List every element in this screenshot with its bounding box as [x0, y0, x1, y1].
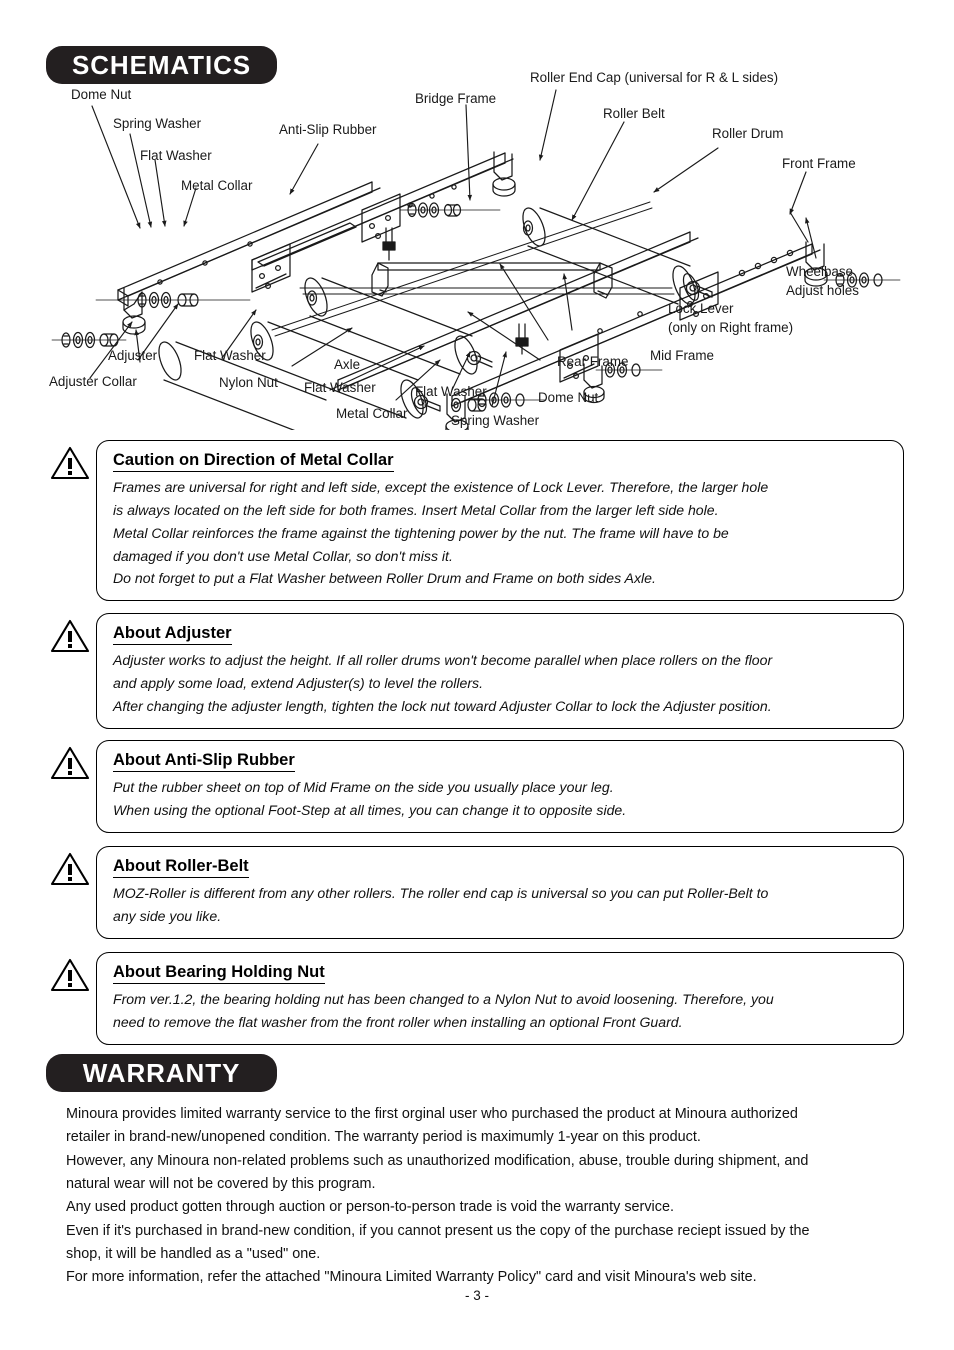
anti-slip-rubber-sheet [257, 222, 357, 267]
caution-title: About Bearing Holding Nut [113, 962, 325, 985]
label-anti-slip-rubber: Anti-Slip Rubber [279, 122, 377, 137]
warning-triangle-icon [50, 618, 96, 659]
caution-block-bearing-holding-nut: About Bearing Holding Nut From ver.1.2, … [50, 952, 904, 1045]
caution-box: About Bearing Holding Nut From ver.1.2, … [96, 952, 904, 1045]
warranty-text-body: Minoura provides limited warranty servic… [66, 1103, 906, 1290]
caution-box: About Adjuster Adjuster works to adjust … [96, 613, 904, 729]
caution-text-line: is always located on the left side for b… [113, 501, 719, 518]
label-wheelbase-line1: Wheelbase [786, 264, 853, 279]
label-dome-nut-left: Dome Nut [71, 87, 132, 102]
mid-frame-rail-near [337, 231, 699, 391]
washer-on-roller-middle [252, 334, 264, 350]
warranty-line: natural wear will not be covered by this… [66, 1175, 376, 1192]
caution-box: Caution on Direction of Metal Collar Fra… [96, 440, 904, 602]
warning-triangle-icon [50, 851, 96, 892]
caution-text-line: MOZ-Roller is different from any other r… [113, 885, 769, 902]
caution-text-line: damaged if you don't use Metal Collar, s… [113, 547, 453, 564]
label-flat-washer-right: Flat Washer [415, 384, 487, 399]
caution-title: About Roller-Belt [113, 856, 249, 879]
label-axle: Axle [334, 357, 360, 372]
caution-box: About Roller-Belt MOZ-Roller is differen… [96, 846, 904, 939]
warranty-line: Any used product gotten through auction … [66, 1199, 674, 1216]
washer-on-roller-front [306, 290, 318, 306]
label-adjuster-collar: Adjuster Collar [49, 374, 137, 389]
roller-drum-front [304, 277, 493, 375]
roller-exploded-view: Dome Nut Spring Washer Flat Washer Metal… [49, 70, 901, 430]
caution-text-line: Put the rubber sheet on top of Mid Frame… [113, 779, 614, 796]
label-flat-washer-upper-left: Flat Washer [140, 148, 212, 163]
caution-text-line: Do not forget to put a Flat Washer betwe… [113, 570, 656, 587]
caution-block-metal-collar: Caution on Direction of Metal Collar Fra… [50, 440, 904, 602]
label-mid-frame: Mid Frame [650, 348, 714, 363]
hardware-stack-far-upper [399, 202, 501, 218]
schematic-diagram: Dome Nut Spring Washer Flat Washer Metal… [0, 60, 954, 430]
caution-text-line: and apply some load, extend Adjuster(s) … [113, 674, 484, 691]
label-bridge-frame: Bridge Frame [415, 91, 496, 106]
label-nylon-nut: Nylon Nut [219, 375, 278, 390]
warranty-badge-label: WARRANTY [82, 1057, 241, 1088]
label-adjuster: Adjuster [108, 348, 158, 363]
caution-text-line: From ver.1.2, the bearing holding nut ha… [113, 991, 774, 1008]
caution-block-roller-belt: About Roller-Belt MOZ-Roller is differen… [50, 846, 904, 939]
caution-title: About Anti-Slip Rubber [113, 750, 295, 773]
warranty-line: For more information, refer the attached… [66, 1269, 757, 1286]
label-flat-washer-lower-mid: Flat Washer [304, 380, 376, 395]
warranty-section-badge: WARRANTY [46, 1054, 277, 1092]
warranty-line: Minoura provides limited warranty servic… [66, 1106, 798, 1122]
warning-triangle-icon [50, 957, 96, 998]
label-roller-end-cap: Roller End Cap (universal for R & L side… [530, 70, 778, 85]
caution-text-line: any side you like. [113, 907, 222, 924]
label-lock-lever-line2: (only on Right frame) [668, 320, 793, 335]
warranty-line: Even if it's purchased in brand-new cond… [66, 1222, 810, 1239]
mid-frame-rail-far [251, 152, 514, 271]
label-spring-washer-left: Spring Washer [113, 116, 202, 131]
warranty-line: However, any Minoura non-related problem… [66, 1152, 809, 1169]
caution-text-line: Frames are universal for right and left … [113, 479, 769, 496]
label-roller-belt: Roller Belt [603, 106, 665, 121]
label-dome-nut-right: Dome Nut [538, 390, 599, 405]
caution-block-adjuster: About Adjuster Adjuster works to adjust … [50, 613, 904, 729]
caution-block-anti-slip-rubber: About Anti-Slip Rubber Put the rubber sh… [50, 740, 904, 833]
rear-frame-rail [117, 181, 381, 307]
caution-box: About Anti-Slip Rubber Put the rubber sh… [96, 740, 904, 833]
label-lock-lever-line1: Lock Lever [668, 301, 734, 316]
caution-text-line: need to remove the flat washer from the … [113, 1013, 683, 1030]
warning-triangle-icon [50, 445, 96, 486]
label-metal-collar-lower: Metal Collar [336, 406, 408, 421]
warranty-line: retailer in brand-new/unopened condition… [66, 1129, 701, 1146]
label-front-frame: Front Frame [782, 156, 856, 171]
label-spring-washer-right: Spring Washer [451, 413, 540, 428]
label-roller-drum: Roller Drum [712, 126, 783, 141]
label-wheelbase-line2: Adjust holes [786, 283, 859, 298]
warning-triangle-icon [50, 745, 96, 786]
hardware-axle-middle [450, 397, 487, 413]
caution-text-line: After changing the adjuster length, tigh… [113, 697, 772, 714]
caution-text-line: When using the optional Foot-Step at all… [113, 801, 627, 818]
caution-title: Caution on Direction of Metal Collar [113, 450, 394, 473]
page-number: - 3 - [464, 1288, 489, 1303]
label-metal-collar-upper-left: Metal Collar [181, 178, 253, 193]
lock-lever-pin-b [515, 323, 529, 355]
label-rear-frame: Rear Frame [557, 354, 628, 369]
caution-text-line: Adjuster works to adjust the height. If … [113, 652, 773, 669]
warranty-line: shop, it will be handled as a "used" one… [66, 1245, 321, 1262]
label-flat-washer-lower-left: Flat Washer [194, 348, 266, 363]
caution-text-line: Metal Collar reinforces the frame agains… [113, 524, 729, 541]
adjuster-leg-far [492, 151, 516, 197]
caution-title: About Adjuster [113, 623, 232, 646]
hardware-stack-upper-left [95, 291, 251, 309]
